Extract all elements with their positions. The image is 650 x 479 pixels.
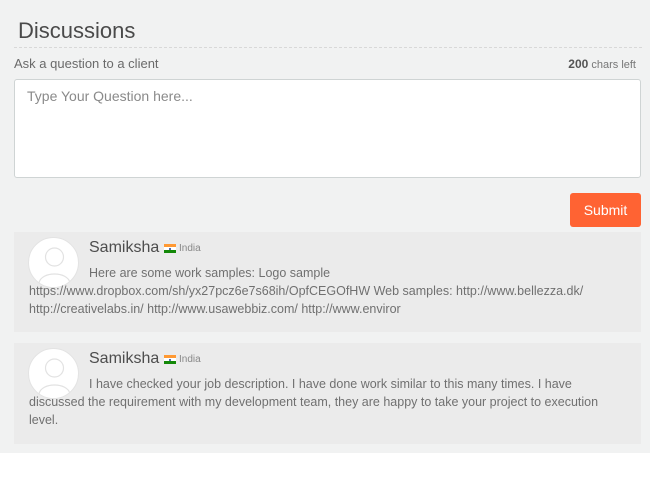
submit-button[interactable]: Submit	[570, 193, 641, 227]
chars-left-suffix: chars left	[591, 59, 636, 71]
location-label: India	[179, 354, 201, 365]
discussion-item: Samiksha India I have checked your job d…	[14, 343, 641, 444]
discussion-item: Samiksha India Here are some work sample…	[14, 232, 641, 332]
page-title: Discussions	[18, 18, 136, 43]
chars-left-counter: 200 chars left	[568, 57, 636, 71]
question-label: Ask a question to a client	[14, 56, 159, 71]
discussion-message: Here are some work samples: Logo sample …	[29, 266, 584, 316]
discussions-panel: Discussions Ask a question to a client 2…	[0, 0, 650, 453]
india-flag-icon	[164, 355, 176, 364]
author-location: India	[164, 243, 201, 254]
title-divider	[14, 47, 642, 48]
author-name: Samiksha	[89, 350, 160, 367]
india-flag-icon	[164, 244, 176, 253]
chars-left-count: 200	[568, 57, 589, 71]
discussion-message: I have checked your job description. I h…	[29, 377, 599, 427]
location-label: India	[179, 243, 201, 254]
author-name: Samiksha	[89, 239, 160, 256]
author-location: India	[164, 354, 201, 365]
question-input[interactable]	[14, 79, 641, 178]
